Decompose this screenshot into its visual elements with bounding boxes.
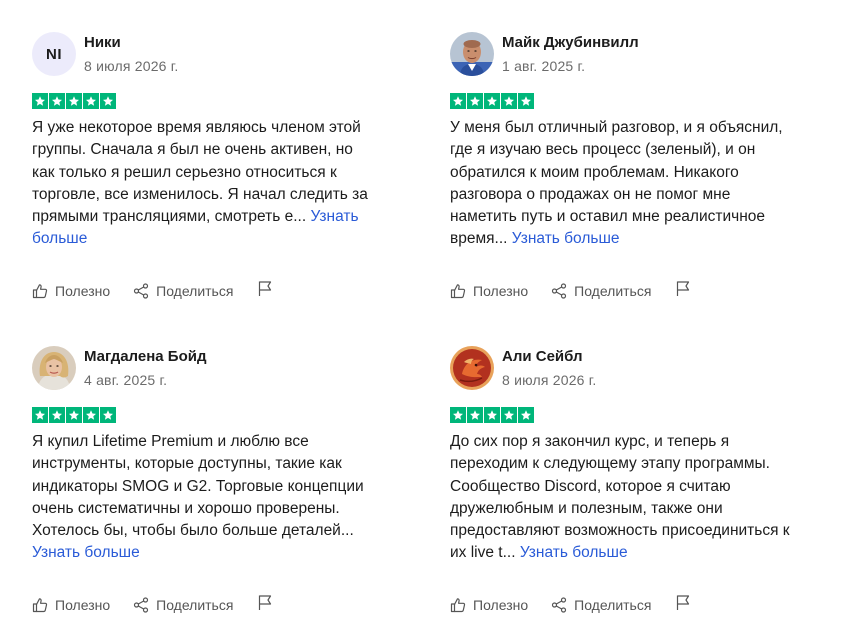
review-card: Магдалена Бойд 4 авг. 2025 г. Я купил Li… [32,346,382,643]
share-icon [551,283,567,299]
review-actions: Полезно Поделиться [450,280,691,302]
star-icon [100,407,116,423]
star-icon [518,407,534,423]
star-rating [450,93,534,109]
star-rating [32,407,116,423]
helpful-button[interactable]: Полезно [32,597,110,613]
star-rating [32,93,116,109]
reviewer-name[interactable]: Али Сейбл [502,348,583,365]
share-label: Поделиться [574,283,652,299]
star-icon [450,93,466,109]
star-icon [100,93,116,109]
reviewer-name[interactable]: Майк Джубинвилл [502,34,639,51]
report-button[interactable] [257,594,273,616]
read-more-link[interactable]: Узнать больше [32,544,140,561]
thumbs-up-icon [32,597,48,613]
thumbs-up-icon [450,283,466,299]
review-date: 8 июля 2026 г. [84,58,179,74]
star-rating [450,407,534,423]
star-icon [32,93,48,109]
report-button[interactable] [675,280,691,302]
star-icon [501,407,517,423]
share-icon [133,597,149,613]
avatar [450,346,494,390]
star-icon [484,93,500,109]
reviewer-name[interactable]: Магдалена Бойд [84,348,207,365]
star-icon [66,407,82,423]
read-more-link[interactable]: Узнать больше [512,230,620,247]
review-actions: Полезно Поделиться [32,280,273,302]
star-icon [450,407,466,423]
share-button[interactable]: Поделиться [133,283,233,299]
star-icon [467,93,483,109]
share-icon [551,597,567,613]
review-date: 8 июля 2026 г. [502,372,597,388]
flag-icon [257,280,273,302]
review-body: У меня был отличный разговор, и я объясн… [450,119,783,248]
star-icon [49,93,65,109]
review-body: Я купил Lifetime Premium и люблю все инс… [32,433,364,540]
helpful-label: Полезно [55,283,111,299]
thumbs-up-icon [450,597,466,613]
flag-icon [675,280,691,302]
report-button[interactable] [257,280,273,302]
review-date: 1 авг. 2025 г. [502,58,586,74]
share-icon [133,283,149,299]
helpful-label: Полезно [473,597,529,613]
review-actions: Полезно Поделиться [450,594,691,616]
helpful-button[interactable]: Полезно [32,283,110,299]
star-icon [501,93,517,109]
share-label: Поделиться [156,597,234,613]
report-button[interactable] [675,594,691,616]
avatar: NI [32,32,76,76]
helpful-button[interactable]: Полезно [450,597,528,613]
review-actions: Полезно Поделиться [32,594,273,616]
flag-icon [257,594,273,616]
star-icon [32,407,48,423]
review-body: До сих пор я закончил курс, и теперь я п… [450,433,790,562]
star-icon [66,93,82,109]
share-button[interactable]: Поделиться [551,597,651,613]
share-button[interactable]: Поделиться [133,597,233,613]
review-card: Майк Джубинвилл 1 авг. 2025 г. У меня бы… [450,32,800,332]
star-icon [83,407,99,423]
review-text: Я купил Lifetime Premium и люблю все инс… [32,431,377,565]
review-text: У меня был отличный разговор, и я объясн… [450,117,795,251]
review-date: 4 авг. 2025 г. [84,372,168,388]
avatar [32,346,76,390]
star-icon [484,407,500,423]
reviewer-name[interactable]: Ники [84,34,121,51]
helpful-button[interactable]: Полезно [450,283,528,299]
star-icon [467,407,483,423]
review-text: Я уже некоторое время являюсь членом это… [32,117,377,251]
helpful-label: Полезно [55,597,111,613]
read-more-link[interactable]: Узнать больше [520,544,628,561]
avatar [450,32,494,76]
thumbs-up-icon [32,283,48,299]
star-icon [83,93,99,109]
share-button[interactable]: Поделиться [551,283,651,299]
review-text: До сих пор я закончил курс, и теперь я п… [450,431,795,565]
star-icon [518,93,534,109]
star-icon [49,407,65,423]
review-card: NI Ники 8 июля 2026 г. Я уже некоторое в… [32,32,382,332]
helpful-label: Полезно [473,283,529,299]
review-card: Али Сейбл 8 июля 2026 г. До сих пор я за… [450,346,800,643]
share-label: Поделиться [156,283,234,299]
share-label: Поделиться [574,597,652,613]
flag-icon [675,594,691,616]
